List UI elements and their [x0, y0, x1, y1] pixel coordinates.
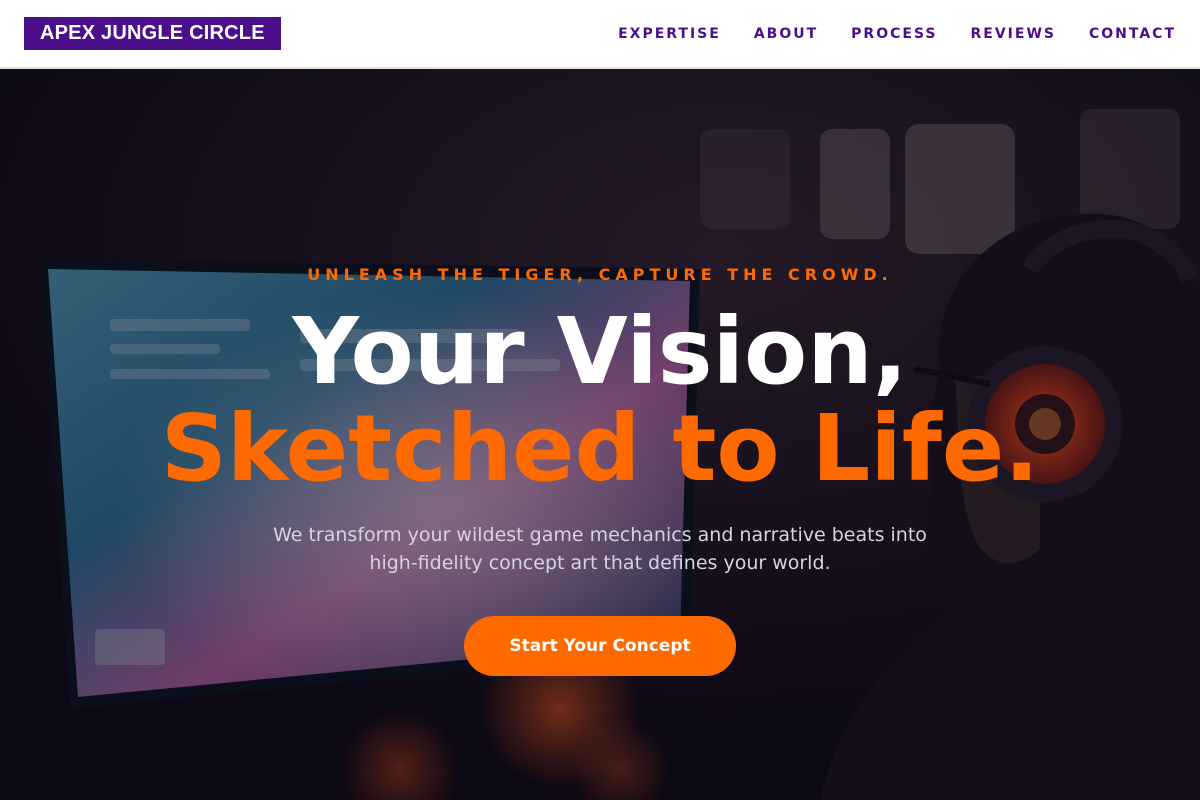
hero-section: UNLEASH THE TIGER, CAPTURE THE CROWD. Yo… — [0, 69, 1200, 800]
main-nav: EXPERTISE ABOUT PROCESS REVIEWS CONTACT — [618, 26, 1176, 42]
hero-content: UNLEASH THE TIGER, CAPTURE THE CROWD. Yo… — [0, 69, 1200, 800]
nav-link-reviews[interactable]: REVIEWS — [971, 26, 1056, 42]
brand-logo[interactable]: APEX JUNGLE CIRCLE — [24, 17, 281, 50]
hero-title-line1: Your Vision, — [292, 298, 908, 405]
hero-title-line2: Sketched to Life. — [160, 395, 1040, 502]
nav-link-expertise[interactable]: EXPERTISE — [618, 26, 721, 42]
nav-link-contact[interactable]: CONTACT — [1089, 26, 1176, 42]
top-navbar: APEX JUNGLE CIRCLE EXPERTISE ABOUT PROCE… — [0, 0, 1200, 69]
nav-link-process[interactable]: PROCESS — [851, 26, 937, 42]
hero-tagline: UNLEASH THE TIGER, CAPTURE THE CROWD. — [307, 265, 893, 284]
start-concept-button[interactable]: Start Your Concept — [464, 616, 736, 676]
nav-link-about[interactable]: ABOUT — [754, 26, 818, 42]
hero-subtitle: We transform your wildest game mechanics… — [273, 524, 927, 574]
